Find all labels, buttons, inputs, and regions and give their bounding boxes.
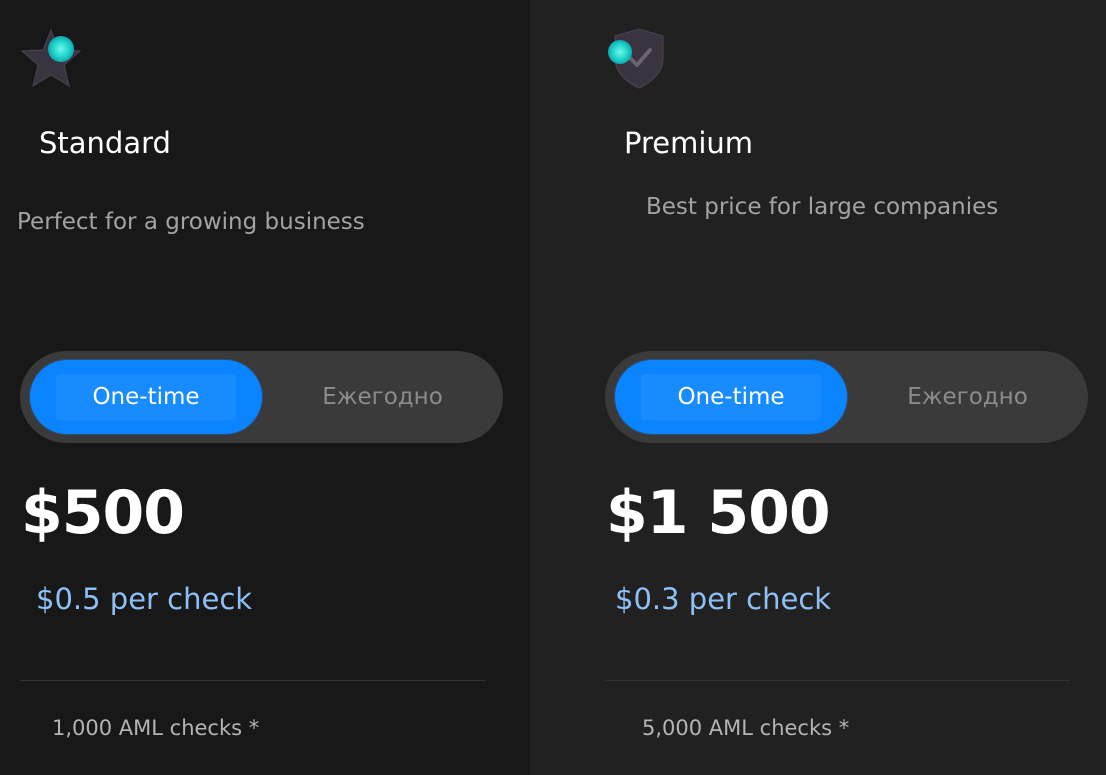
plan-per-check-price: $0.3 per check	[615, 582, 832, 616]
billing-option-label: One-time	[641, 374, 821, 420]
billing-option-yearly[interactable]: Ежегодно	[272, 360, 493, 434]
plan-feature: 1,000 AML checks *	[52, 716, 260, 740]
divider	[20, 680, 485, 681]
plan-feature: 5,000 AML checks *	[642, 716, 850, 740]
billing-option-label: One-time	[56, 374, 236, 420]
billing-option-one-time[interactable]: One-time	[615, 360, 847, 434]
plan-card-standard: Standard Perfect for a growing business …	[0, 0, 530, 775]
billing-option-yearly[interactable]: Ежегодно	[857, 360, 1078, 434]
shield-check-icon	[604, 24, 674, 94]
pricing-plans: Standard Perfect for a growing business …	[0, 0, 1106, 775]
billing-toggle: One-time Ежегодно	[605, 351, 1088, 443]
plan-price: $500	[21, 478, 185, 548]
plan-price: $1 500	[606, 478, 831, 548]
billing-toggle: One-time Ежегодно	[20, 351, 503, 443]
star-icon	[16, 24, 86, 94]
divider	[605, 680, 1070, 681]
plan-card-premium: Premium Best price for large companies O…	[530, 0, 1106, 775]
plan-title: Standard	[39, 126, 171, 160]
plan-per-check-price: $0.5 per check	[36, 582, 253, 616]
plan-title: Premium	[624, 126, 754, 160]
billing-option-one-time[interactable]: One-time	[30, 360, 262, 434]
plan-subtitle: Perfect for a growing business	[17, 209, 365, 235]
plan-subtitle: Best price for large companies	[646, 194, 999, 220]
